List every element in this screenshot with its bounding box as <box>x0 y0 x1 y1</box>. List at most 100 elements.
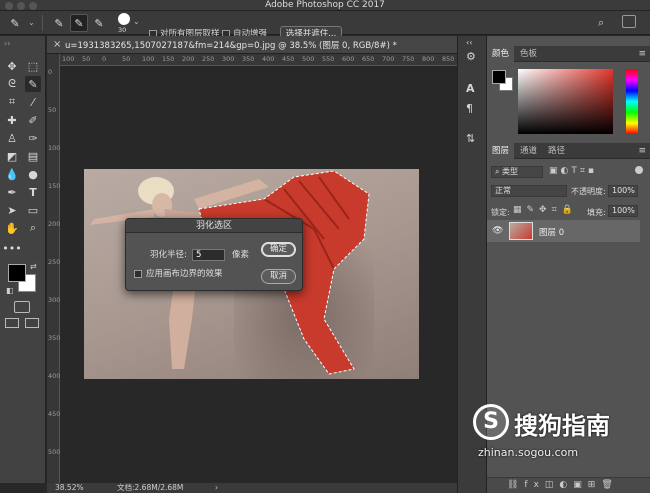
brush-tool-icon[interactable]: ✐ <box>25 112 41 128</box>
ok-button[interactable]: 确定 <box>261 242 296 257</box>
fill-input[interactable]: 100% <box>608 205 638 217</box>
tab-color[interactable]: 颜色 <box>487 46 515 62</box>
adjustments-panel-icon[interactable]: ⇅ <box>466 132 475 145</box>
layers-menu-icon[interactable]: ≡ <box>638 146 646 156</box>
tab-layers[interactable]: 图层 <box>487 143 515 159</box>
apply-canvas-bounds-checkbox[interactable] <box>134 270 142 278</box>
horizontal-ruler[interactable]: 100 50 0 50 100 150 200 250 300 350 400 450 500 550 60… <box>60 54 474 66</box>
character-panel-icon[interactable]: A <box>466 82 475 95</box>
path-selection-tool-icon[interactable]: ➤ <box>4 202 20 218</box>
foreground-color-swatch[interactable] <box>8 264 26 282</box>
ruler-tick-label: 450 <box>282 55 295 63</box>
quick-selection-tool-icon[interactable]: ✎ <box>25 76 41 92</box>
collapse-toolbox-icon[interactable]: ›› <box>4 39 10 48</box>
ruler-tick-label: 750 <box>402 55 415 63</box>
hue-slider[interactable] <box>626 69 638 134</box>
visibility-eye-icon[interactable]: 👁 <box>492 226 503 236</box>
crop-tool-icon[interactable]: ⌗ <box>4 94 20 110</box>
feather-radius-label: 羽化半径: <box>150 250 187 260</box>
foreground-color[interactable] <box>492 70 506 84</box>
ruler-tick-label: 500 <box>48 448 61 456</box>
options-bar: ✎ ⌄ ✎ ✎ ✎ 30 ⌄ 对所有图层取样 自动增强 选择并遮住... ⌕ <box>0 11 650 42</box>
ruler-tick-label: 400 <box>48 372 61 380</box>
edit-toolbar-icon[interactable]: ••• <box>2 240 21 256</box>
fill-label: 填充: <box>587 208 606 217</box>
tab-swatches[interactable]: 色板 <box>515 46 542 62</box>
collapse-dock-icon[interactable]: ‹‹ <box>466 38 472 47</box>
workspace-icon[interactable] <box>622 15 636 28</box>
toolbox: ›› ✥ ⬚ ᘓ ✎ ⌗ ⁄ ✚ ✐ ♙ ✑ ◩ ▤ 💧 ● ✒ T ➤ ▭ ✋… <box>0 36 46 483</box>
vertical-ruler[interactable]: 0 50 100 150 200 250 300 350 400 450 500 <box>47 54 60 483</box>
layer-filter-kind[interactable]: ⌕ 类型 <box>491 166 543 178</box>
artboard-icon[interactable] <box>25 318 39 328</box>
ruler-tick-label: 300 <box>48 296 61 304</box>
swap-colors-icon[interactable]: ⇄ <box>30 262 37 271</box>
ruler-tick-label: 850 <box>442 55 455 63</box>
layer-actions-icons[interactable]: ⛓fx◫◐▣⊞🗑 <box>507 480 619 490</box>
add-to-selection-icon[interactable]: ✎ <box>70 14 88 32</box>
lasso-tool-icon[interactable]: ᘓ <box>4 76 20 92</box>
eraser-tool-icon[interactable]: ◩ <box>4 148 20 164</box>
blur-tool-icon[interactable]: 💧 <box>4 166 20 182</box>
ruler-tick-label: 50 <box>48 106 57 114</box>
paragraph-panel-icon[interactable]: ¶ <box>466 102 473 115</box>
layer-filter-icons[interactable]: ▣◐T⌗▪ <box>549 166 597 176</box>
tab-paths[interactable]: 路径 <box>543 143 570 159</box>
properties-panel-icon[interactable]: ⚙ <box>466 50 476 63</box>
blend-mode-select[interactable]: 正常 <box>491 185 567 197</box>
subtract-from-selection-icon[interactable]: ✎ <box>90 14 108 32</box>
eyedropper-tool-icon[interactable]: ⁄ <box>25 94 41 110</box>
ruler-tick-label: 0 <box>48 68 53 76</box>
quick-select-preset-icon[interactable]: ✎ <box>6 14 24 32</box>
color-field[interactable] <box>518 69 613 134</box>
lock-label: 锁定: <box>491 208 510 217</box>
divider <box>42 15 43 31</box>
rectangle-tool-icon[interactable]: ▭ <box>25 202 41 218</box>
clone-stamp-tool-icon[interactable]: ♙ <box>4 130 20 146</box>
sogou-watermark: S 搜狗指南 zhinan.sogou.com <box>470 398 650 468</box>
document-tab[interactable]: × u=1931383265,1507027187&fm=214&gp=0.jp… <box>47 36 457 54</box>
move-tool-icon[interactable]: ✥ <box>4 58 20 74</box>
feather-radius-input[interactable] <box>192 249 225 261</box>
zoom-level[interactable]: 38.52% <box>55 483 84 493</box>
marquee-tool-icon[interactable]: ⬚ <box>25 58 41 74</box>
ruler-tick-label: 100 <box>48 144 61 152</box>
quick-mask-icon[interactable] <box>14 301 30 313</box>
gradient-tool-icon[interactable]: ▤ <box>25 148 41 164</box>
status-menu-icon[interactable]: › <box>215 483 218 493</box>
dodge-tool-icon[interactable]: ● <box>25 166 41 182</box>
ruler-tick-label: 350 <box>48 334 61 342</box>
ruler-tick-label: 600 <box>342 55 355 63</box>
zoom-tool-icon[interactable]: ⌕ <box>25 220 41 236</box>
ruler-tick-label: 0 <box>102 55 107 63</box>
title-bar: Adobe Photoshop CC 2017 <box>0 0 650 11</box>
close-document-icon[interactable]: × <box>53 39 61 50</box>
lock-icons[interactable]: ▦✎✥⌗🔒 <box>513 205 578 215</box>
cancel-button[interactable]: 取消 <box>261 269 296 284</box>
opacity-input[interactable]: 100% <box>608 185 638 197</box>
healing-brush-tool-icon[interactable]: ✚ <box>4 112 20 128</box>
history-brush-tool-icon[interactable]: ✑ <box>25 130 41 146</box>
type-tool-icon[interactable]: T <box>25 184 41 200</box>
default-colors-icon[interactable]: ◧ <box>6 286 14 295</box>
new-selection-icon[interactable]: ✎ <box>50 14 68 32</box>
screen-mode-icon[interactable] <box>5 318 19 328</box>
layer-row[interactable]: 👁 图层 0 <box>487 220 640 242</box>
tab-channels[interactable]: 通道 <box>515 143 542 159</box>
ruler-tick-label: 700 <box>382 55 395 63</box>
ruler-tick-label: 150 <box>48 182 61 190</box>
pen-tool-icon[interactable]: ✒ <box>4 184 20 200</box>
brush-picker-chevron-icon[interactable]: ⌄ <box>133 17 140 26</box>
watermark-url: zhinan.sogou.com <box>478 446 579 459</box>
hand-tool-icon[interactable]: ✋ <box>4 220 20 236</box>
ruler-tick-label: 100 <box>142 55 155 63</box>
watermark-brand: 搜狗指南 <box>514 412 610 440</box>
panel-menu-icon[interactable]: ≡ <box>638 49 646 59</box>
dialog-title: 羽化选区 <box>126 219 302 233</box>
chevron-down-icon[interactable]: ⌄ <box>28 18 35 27</box>
search-icon[interactable]: ⌕ <box>598 16 604 30</box>
layer-thumbnail <box>509 222 533 240</box>
opacity-label: 不透明度: <box>571 187 606 196</box>
brush-size-preview-icon[interactable] <box>118 13 130 25</box>
filter-toggle-icon[interactable] <box>635 166 643 174</box>
